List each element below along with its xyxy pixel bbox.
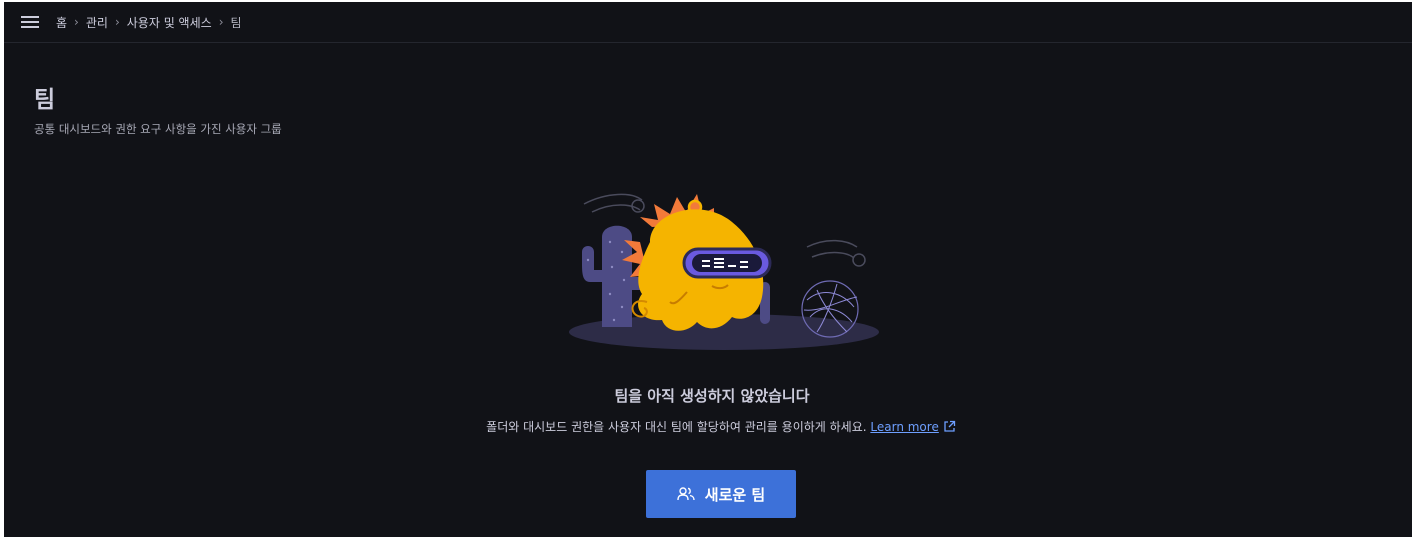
breadcrumb-home[interactable]: 홈 [56,14,67,31]
empty-state-title: 팀을 아직 생성하지 않았습니다 [614,387,810,405]
empty-state-mascot-illustration [569,193,879,350]
learn-more-link[interactable]: Learn more [870,420,955,434]
breadcrumb-users-access[interactable]: 사용자 및 액세스 [127,14,212,31]
new-team-button[interactable]: 새로운 팀 [646,470,796,518]
breadcrumb-admin[interactable]: 관리 [86,14,108,31]
breadcrumb-teams: 팀 [230,15,242,30]
page-subtitle: 공통 대시보드와 권한 요구 사항을 가진 사용자 그룹 [34,122,282,136]
new-team-button-label: 새로운 팀 [704,485,766,504]
breadcrumb: 홈 › 관리 › 사용자 및 액세스 › 팀 [56,14,242,31]
page-title: 팀 [34,87,56,113]
empty-state-description-text: 폴더와 대시보드 권한을 사용자 대신 팀에 할당하여 관리를 용이하게 하세요… [486,420,867,434]
menu-icon [21,16,39,28]
top-navbar: 홈 › 관리 › 사용자 및 액세스 › 팀 [4,2,1412,43]
empty-state-description: 폴더와 대시보드 권한을 사용자 대신 팀에 할당하여 관리를 용이하게 하세요… [4,418,1412,435]
external-link-icon [944,420,955,432]
breadcrumb-separator: › [114,15,120,29]
menu-toggle-button[interactable] [10,2,50,42]
app-window: 홈 › 관리 › 사용자 및 액세스 › 팀 팀 공통 대시보드와 권한 요구 … [4,2,1412,537]
breadcrumb-separator: › [218,15,224,29]
learn-more-label: Learn more [870,420,939,434]
users-icon [677,487,695,501]
breadcrumb-separator: › [74,15,79,29]
